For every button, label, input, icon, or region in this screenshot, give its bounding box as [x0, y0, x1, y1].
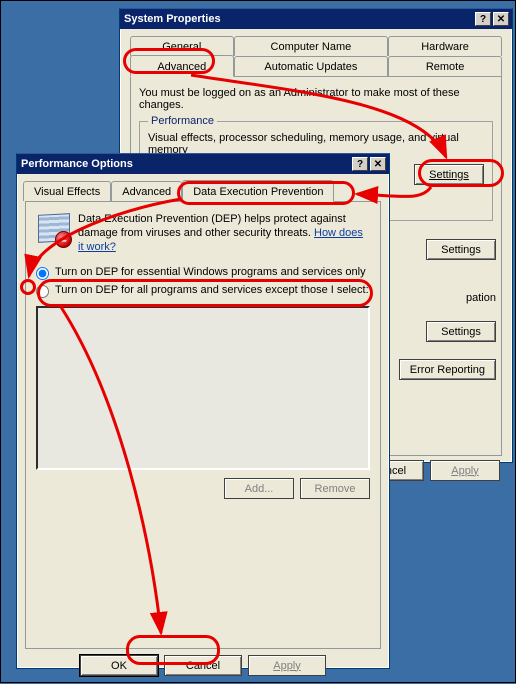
performance-settings-button[interactable]: Settings [414, 164, 484, 185]
group-performance-legend: Performance [148, 115, 217, 127]
error-reporting-button[interactable]: Error Reporting [399, 359, 496, 380]
tab-advanced[interactable]: Advanced [130, 55, 234, 77]
admin-note: You must be logged on as an Administrato… [139, 87, 493, 111]
tab-perf-advanced[interactable]: Advanced [111, 181, 182, 201]
startup-recovery-settings-button[interactable]: Settings [426, 321, 496, 342]
performance-options-window: Performance Options ? ✕ Visual Effects A… [16, 153, 390, 669]
startup-recovery-fragment: pation [466, 292, 496, 304]
remove-button[interactable]: Remove [300, 478, 370, 499]
blocked-badge-icon: – [55, 231, 72, 248]
tab-general[interactable]: General [130, 36, 234, 56]
performance-options-titlebar[interactable]: Performance Options ? ✕ [17, 154, 389, 174]
close-icon[interactable]: ✕ [370, 157, 386, 171]
tab-dep[interactable]: Data Execution Prevention [182, 180, 334, 202]
tab-remote[interactable]: Remote [388, 56, 502, 76]
radio-dep-all-input[interactable] [36, 285, 49, 298]
perfopt-cancel-button[interactable]: Cancel [164, 655, 242, 676]
user-profiles-settings-button[interactable]: Settings [426, 239, 496, 260]
tab-visual-effects[interactable]: Visual Effects [23, 181, 111, 201]
performance-options-title: Performance Options [21, 158, 133, 170]
close-icon[interactable]: ✕ [493, 12, 509, 26]
dep-exclusion-list [36, 306, 370, 470]
system-properties-titlebar[interactable]: System Properties ? ✕ [120, 9, 512, 29]
dep-description: Data Execution Prevention (DEP) helps pr… [78, 212, 370, 254]
radio-dep-all[interactable]: Turn on DEP for all programs and service… [36, 284, 370, 298]
radio-dep-essential-input[interactable] [36, 267, 49, 280]
add-button[interactable]: Add... [224, 478, 294, 499]
help-icon[interactable]: ? [475, 12, 491, 26]
dep-chip-icon: – [36, 212, 72, 248]
perfopt-apply-button[interactable]: Apply [248, 655, 326, 676]
tab-hardware[interactable]: Hardware [388, 36, 502, 56]
radio-dep-essential[interactable]: Turn on DEP for essential Windows progra… [36, 266, 370, 280]
tab-panel-dep: – Data Execution Prevention (DEP) helps … [25, 201, 381, 649]
system-properties-title: System Properties [124, 13, 221, 25]
sysprop-apply-button[interactable]: Apply [430, 460, 500, 481]
tab-computer-name[interactable]: Computer Name [234, 36, 389, 56]
help-icon[interactable]: ? [352, 157, 368, 171]
tab-automatic-updates[interactable]: Automatic Updates [234, 56, 389, 76]
perfopt-ok-button[interactable]: OK [80, 655, 158, 676]
